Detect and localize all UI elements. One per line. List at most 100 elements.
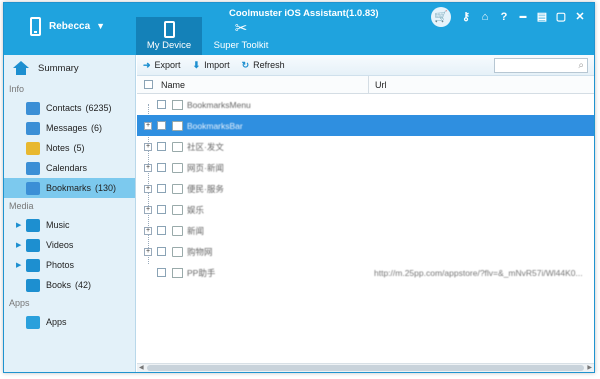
- column-header-url[interactable]: Url: [369, 80, 387, 90]
- sidebar-item-videos[interactable]: ▶ Videos: [4, 235, 135, 255]
- search-icon: ⌕: [578, 60, 584, 71]
- sidebar-item-books[interactable]: Books (42): [4, 275, 135, 295]
- scroll-thumb[interactable]: [147, 365, 584, 371]
- device-selector[interactable]: Rebecca ▼: [30, 15, 120, 37]
- apps-icon: [26, 315, 40, 329]
- table-row[interactable]: BookmarksMenu: [137, 94, 594, 115]
- export-button[interactable]: ➜ Export: [143, 60, 181, 71]
- row-checkbox[interactable]: [157, 142, 166, 151]
- bookmarks-icon: [26, 181, 40, 195]
- expand-icon[interactable]: +: [144, 205, 152, 214]
- contacts-icon: [26, 101, 40, 115]
- sidebar: Summary Info Contacts (6235) Messages (6) No…: [4, 55, 136, 372]
- info-list: Contacts (6235) Messages (6) Notes (5) Calenda…: [4, 98, 135, 198]
- bookmark-name: 娱乐: [187, 204, 205, 215]
- row-checkbox[interactable]: [157, 247, 166, 256]
- bookmark-name: 便民·服务: [187, 183, 224, 194]
- row-checkbox[interactable]: [157, 100, 166, 109]
- table-row[interactable]: + BookmarksBar: [137, 115, 594, 136]
- expand-icon[interactable]: +: [144, 247, 152, 256]
- tab-my-device[interactable]: My Device: [136, 17, 202, 55]
- tools-icon: ✂: [234, 20, 248, 37]
- table-row[interactable]: + 社区·发文: [137, 136, 594, 157]
- chevron-down-icon: ▼: [96, 21, 106, 31]
- sidebar-item-apps[interactable]: Apps: [4, 312, 135, 332]
- photos-icon: [26, 258, 40, 272]
- table-row[interactable]: + 网页·新闻: [137, 157, 594, 178]
- export-label: Export: [154, 60, 181, 70]
- row-checkbox[interactable]: [157, 226, 166, 235]
- scroll-left-icon[interactable]: ◀: [139, 364, 144, 372]
- sidebar-item-contacts[interactable]: Contacts (6235): [4, 98, 135, 118]
- books-icon: [26, 278, 40, 292]
- sidebar-item-photos[interactable]: ▶ Photos: [4, 255, 135, 275]
- sidebar-item-label: Books: [46, 280, 72, 290]
- sidebar-item-label: Calendars: [46, 163, 88, 173]
- import-label: Import: [204, 60, 230, 70]
- sidebar-item-music[interactable]: ▶ Music: [4, 215, 135, 235]
- export-arrow-icon: ➜: [143, 59, 151, 70]
- folder-icon: [172, 141, 183, 152]
- search-input[interactable]: ⌕: [494, 58, 588, 73]
- bookmark-name: 新闻: [187, 225, 205, 236]
- minimize-icon[interactable]: ▬: [515, 9, 531, 25]
- sidebar-item-calendars[interactable]: Calendars: [4, 158, 135, 178]
- cart-icon[interactable]: 🛒: [431, 7, 451, 27]
- home-icon: [12, 61, 30, 75]
- folder-icon: [172, 246, 183, 257]
- expand-arrow-icon[interactable]: ▶: [16, 261, 26, 269]
- key-icon[interactable]: ⚷: [458, 9, 474, 25]
- sidebar-item-label: Photos: [46, 260, 75, 270]
- home-icon[interactable]: ⌂: [477, 9, 493, 25]
- expand-icon[interactable]: +: [144, 226, 152, 235]
- expand-icon[interactable]: +: [144, 163, 152, 172]
- document-icon: [172, 267, 183, 278]
- sidebar-item-summary[interactable]: Summary: [4, 55, 135, 81]
- scroll-right-icon[interactable]: ▶: [587, 364, 592, 372]
- expand-icon[interactable]: +: [144, 121, 152, 130]
- row-checkbox[interactable]: [157, 121, 166, 130]
- sidebar-item-bookmarks[interactable]: Bookmarks (130): [4, 178, 135, 198]
- bookmark-name: BookmarksBar: [187, 120, 243, 131]
- tab-super-toolkit[interactable]: ✂ Super Toolkit: [208, 17, 274, 55]
- expand-arrow-icon[interactable]: ▶: [16, 221, 26, 229]
- sidebar-item-label: Notes: [46, 143, 70, 153]
- column-header-name[interactable]: Name: [153, 75, 369, 94]
- table-row[interactable]: + 购物网: [137, 241, 594, 262]
- sidebar-item-notes[interactable]: Notes (5): [4, 138, 135, 158]
- help-icon[interactable]: ?: [496, 9, 512, 25]
- device-name: Rebecca: [49, 20, 91, 32]
- select-all-checkbox[interactable]: [144, 80, 153, 89]
- row-checkbox[interactable]: [157, 205, 166, 214]
- sidebar-item-count: (42): [75, 280, 92, 290]
- horizontal-scrollbar[interactable]: ◀ ▶: [137, 363, 594, 372]
- bookmark-url: http://m.25pp.com/appstore/?flv=&_mNvR57…: [374, 267, 583, 278]
- expand-arrow-icon[interactable]: ▶: [16, 241, 26, 249]
- refresh-button[interactable]: ↻ Refresh: [242, 60, 285, 71]
- phone-icon: [163, 21, 175, 38]
- table-row[interactable]: + 新闻: [137, 220, 594, 241]
- expand-icon[interactable]: +: [144, 142, 152, 151]
- row-checkbox[interactable]: [157, 268, 166, 277]
- row-checkbox[interactable]: [157, 184, 166, 193]
- row-checkbox[interactable]: [157, 163, 166, 172]
- music-icon: [26, 218, 40, 232]
- sidebar-item-label: Videos: [46, 240, 74, 250]
- table-row[interactable]: + 便民·服务: [137, 178, 594, 199]
- videos-icon: [26, 238, 40, 252]
- table-row[interactable]: + 娱乐: [137, 199, 594, 220]
- folder-icon: [172, 120, 183, 131]
- window-title: Coolmuster iOS Assistant(1.0.83): [229, 8, 379, 19]
- sidebar-item-messages[interactable]: Messages (6): [4, 118, 135, 138]
- toolbar: ➜ Export ⬇ Import ↻ Refresh ⌕: [137, 55, 594, 76]
- feedback-icon[interactable]: ▤: [534, 9, 550, 25]
- expand-icon[interactable]: +: [144, 184, 152, 193]
- main-content: ➜ Export ⬇ Import ↻ Refresh ⌕ Name Url B…: [137, 55, 594, 372]
- refresh-label: Refresh: [253, 60, 285, 70]
- import-button[interactable]: ⬇ Import: [193, 60, 230, 71]
- table-row[interactable]: PP助手 http://m.25pp.com/appstore/?flv=&_mN…: [137, 262, 594, 283]
- tab-label: My Device: [146, 40, 192, 51]
- bookmark-name: PP助手: [187, 267, 216, 278]
- restore-icon[interactable]: ▢: [553, 9, 569, 25]
- close-icon[interactable]: ✕: [572, 9, 588, 25]
